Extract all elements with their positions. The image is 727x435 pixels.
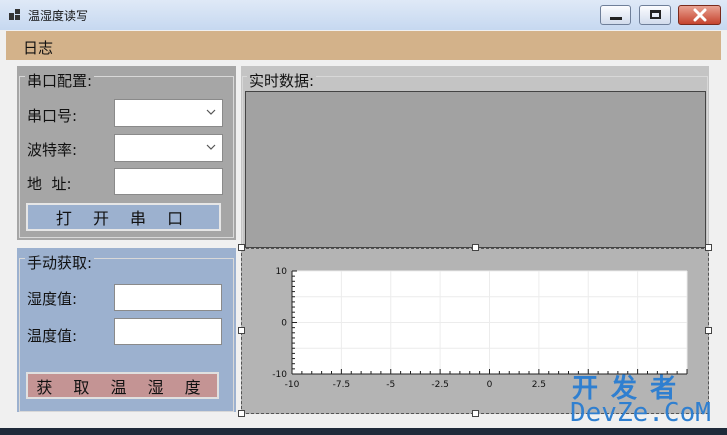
x-tick-label: -10	[285, 380, 300, 390]
open-port-button[interactable]: 打 开 串 口	[26, 203, 221, 231]
x-tick-label: -7.5	[333, 380, 351, 390]
fetch-button[interactable]: 获 取 温 湿 度	[26, 372, 219, 399]
serial-config-panel: 串口配置: 串口号: 波特率: 地 址: 打 开 串 口	[17, 66, 236, 240]
serial-config-title: 串口配置:	[25, 70, 95, 91]
temperature-label: 温度值:	[27, 327, 78, 345]
manual-fetch-panel: 手动获取: 湿度值: 温度值: 获 取 温 湿 度	[17, 248, 236, 412]
y-tick-label: 10	[276, 267, 288, 277]
baud-label: 波特率:	[27, 141, 78, 159]
resize-handle[interactable]	[472, 244, 479, 251]
menu-item-log[interactable]: 日志	[23, 37, 53, 58]
x-tick-label: 0	[487, 380, 493, 390]
minimize-icon	[610, 17, 622, 20]
close-icon	[693, 8, 707, 22]
minimize-button[interactable]	[600, 5, 631, 25]
window-title: 温湿度读写	[28, 9, 89, 23]
chevron-down-icon	[206, 144, 216, 150]
app-icon	[9, 9, 21, 21]
resize-handle[interactable]	[705, 327, 712, 334]
chevron-down-icon	[206, 109, 216, 115]
humidity-label: 湿度值:	[27, 290, 78, 308]
realtime-data-area	[245, 91, 706, 248]
realtime-title: 实时数据:	[247, 70, 317, 91]
baud-select[interactable]	[114, 134, 223, 162]
window-bottom-edge	[0, 428, 727, 435]
y-tick-label: 0	[281, 319, 287, 329]
x-tick-label: -5	[386, 380, 395, 390]
maximize-icon	[650, 10, 661, 19]
x-tick-label: -2.5	[431, 380, 449, 390]
resize-handle[interactable]	[472, 410, 479, 417]
resize-handle[interactable]	[238, 244, 245, 251]
menu-bar: 日志	[6, 31, 721, 60]
manual-fetch-title: 手动获取:	[25, 252, 95, 273]
title-bar: 温湿度读写	[0, 0, 727, 30]
resize-handle[interactable]	[705, 244, 712, 251]
close-button[interactable]	[678, 5, 721, 25]
temperature-input[interactable]	[114, 318, 222, 345]
app-window: 温湿度读写 日志 串口配置: 串口号: 波特率: 地 址: 打 开 串 口 手动…	[0, 0, 727, 435]
watermark-logo: 开 发 者 DevZe.CoM	[568, 368, 720, 432]
x-tick-label: 2.5	[532, 380, 546, 390]
resize-handle[interactable]	[238, 327, 245, 334]
port-select[interactable]	[114, 99, 223, 127]
address-input[interactable]	[114, 168, 223, 195]
port-label: 串口号:	[27, 107, 78, 125]
realtime-panel: 实时数据:	[241, 66, 709, 248]
maximize-button[interactable]	[639, 5, 671, 25]
resize-handle[interactable]	[238, 410, 245, 417]
watermark-line2: DevZe.CoM	[570, 398, 711, 428]
y-tick-label: -10	[272, 370, 287, 380]
humidity-input[interactable]	[114, 284, 222, 311]
address-label: 地 址:	[27, 175, 72, 193]
